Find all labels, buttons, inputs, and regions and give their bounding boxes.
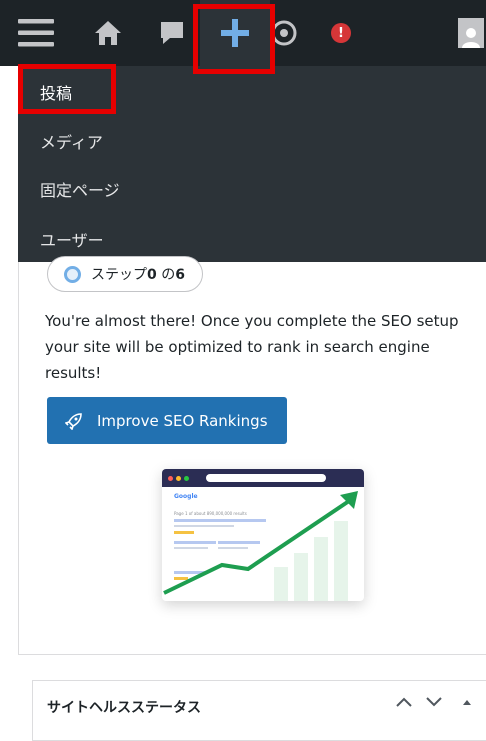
- menu-icon[interactable]: [14, 0, 58, 66]
- site-health-title: サイトヘルスステータス: [47, 700, 201, 716]
- seo-illustration: Google Page 1 of about 890,000,000 resul…: [162, 469, 364, 601]
- menu-item-page[interactable]: 固定ページ: [40, 177, 120, 201]
- new-content-dropdown: 投稿 メディア 固定ページ ユーザー: [18, 66, 486, 263]
- new-content-button[interactable]: [200, 0, 270, 66]
- seo-description: You're almost there! Once you complete t…: [45, 312, 459, 382]
- rocket-icon: [65, 412, 82, 430]
- menu-item-media[interactable]: メディア: [40, 129, 103, 153]
- avatar-icon[interactable]: [456, 0, 486, 66]
- plus-icon: [221, 19, 249, 47]
- wordpress-icon[interactable]: [262, 0, 306, 66]
- menu-item-post[interactable]: 投稿: [40, 80, 72, 104]
- step-progress-text: ステップ0 の6: [91, 267, 185, 283]
- notification-badge: !: [331, 23, 351, 43]
- step-progress-pill: ステップ0 の6: [47, 256, 203, 292]
- chevron-up-icon[interactable]: [395, 695, 413, 713]
- triangle-up-icon[interactable]: [461, 695, 473, 713]
- chevron-down-icon[interactable]: [425, 695, 443, 713]
- progress-ring-icon: [64, 265, 81, 283]
- site-health-widget: サイトヘルスステータス: [32, 680, 486, 741]
- improve-seo-label: Improve SEO Rankings: [97, 411, 268, 430]
- seo-setup-card: ステップ0 の6 You're almost there! Once you c…: [18, 256, 486, 655]
- admin-bar: !: [0, 0, 486, 66]
- comment-icon[interactable]: [150, 0, 194, 66]
- home-icon[interactable]: [88, 0, 128, 66]
- menu-item-user[interactable]: ユーザー: [40, 227, 104, 251]
- notification-icon[interactable]: !: [326, 0, 356, 66]
- growth-chart-graphic: [163, 491, 358, 601]
- improve-seo-button[interactable]: Improve SEO Rankings: [47, 397, 287, 444]
